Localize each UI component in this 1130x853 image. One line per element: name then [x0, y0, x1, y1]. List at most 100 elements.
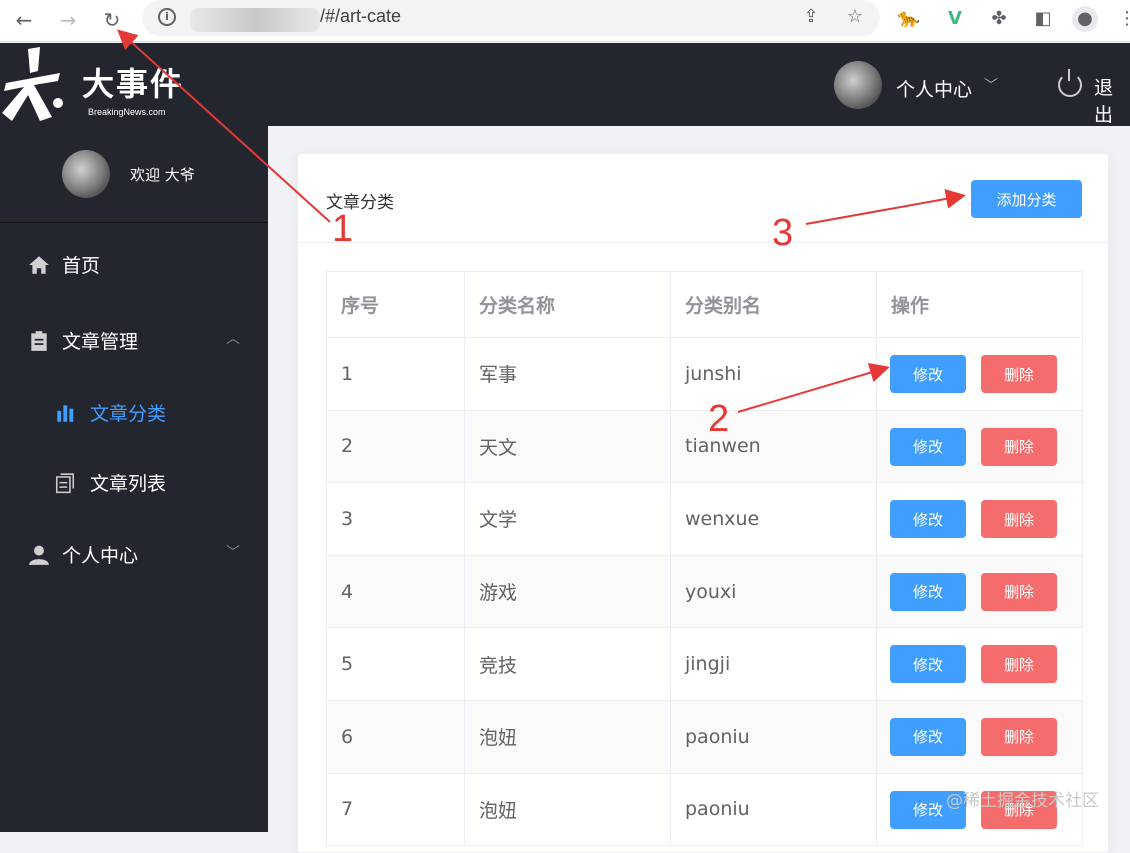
chevron-up-icon: ︿	[226, 331, 240, 347]
cell-actions: 修改 删除	[876, 410, 1083, 484]
cell-name: 天文	[464, 410, 671, 484]
info-icon[interactable]: i	[158, 8, 176, 26]
table-row: 4 游戏 youxi 修改 删除	[326, 555, 1083, 629]
chevron-down-icon[interactable]: ﹀	[984, 75, 998, 95]
table-row: 6 泡妞 paoniu 修改 删除	[326, 700, 1083, 774]
welcome-text: 欢迎 大爷	[130, 166, 195, 184]
cell-alias: paoniu	[670, 700, 877, 774]
watermark: @稀土掘金技术社区	[946, 791, 1099, 811]
cell-alias: junshi	[670, 337, 877, 411]
sidebar-item-article-category[interactable]: 文章分类	[0, 384, 268, 440]
sidebar-item-label: 首页	[62, 255, 101, 277]
reload-icon[interactable]: ↻	[98, 6, 126, 34]
chevron-down-icon: ﹀	[226, 545, 240, 561]
cell-index: 6	[326, 700, 465, 774]
sidebar-item-label: 文章列表	[90, 473, 167, 495]
cell-index: 7	[326, 773, 465, 847]
delete-button[interactable]: 删除	[981, 572, 1057, 611]
sidebar: 欢迎 大爷 首页 文章管理 ︿ 文章分类 文章列表 个人中心 ﹀	[0, 126, 268, 832]
extension-cat-icon[interactable]: 🐆	[896, 6, 922, 32]
url-path: /#/art-cate	[320, 6, 402, 26]
card-header: 文章分类 添加分类	[298, 154, 1108, 243]
cell-actions: 修改 删除	[876, 482, 1083, 556]
forward-arrow-icon[interactable]: →	[54, 6, 82, 34]
back-arrow-icon[interactable]: ←	[10, 6, 38, 34]
delete-button[interactable]: 删除	[981, 500, 1057, 539]
table-row: 2 天文 tianwen 修改 删除	[326, 410, 1083, 484]
cell-index: 5	[326, 627, 465, 701]
column-header-alias: 分类别名	[670, 271, 877, 338]
power-icon[interactable]	[1058, 69, 1082, 97]
bookmark-star-icon[interactable]: ☆	[842, 4, 868, 30]
list-icon	[55, 473, 75, 494]
cell-index: 4	[326, 555, 465, 629]
sidebar-item-user-center[interactable]: 个人中心 ﹀	[0, 526, 268, 582]
delete-button[interactable]: 删除	[981, 427, 1057, 466]
edit-button[interactable]: 修改	[890, 355, 966, 393]
table-row: 5 竞技 jingji 修改 删除	[326, 627, 1083, 701]
edit-button[interactable]: 修改	[890, 717, 966, 756]
welcome-panel: 欢迎 大爷	[0, 126, 268, 223]
document-icon	[31, 331, 47, 351]
sidebar-item-label: 文章分类	[90, 403, 167, 425]
app-header: 大事件 BreakingNews.com 个人中心 ﹀ 退出	[0, 43, 1130, 126]
address-bar[interactable]: i /#/art-cate ⇪ ☆	[142, 0, 880, 36]
edit-button[interactable]: 修改	[890, 427, 966, 466]
logout-button[interactable]: 退出	[1094, 73, 1130, 127]
cell-actions: 修改 删除	[876, 700, 1083, 774]
side-panel-icon[interactable]: ◧	[1030, 6, 1056, 32]
cell-name: 游戏	[464, 555, 671, 629]
cell-alias: paoniu	[670, 773, 877, 847]
sidebar-item-label: 个人中心	[62, 545, 139, 567]
cell-index: 3	[326, 482, 465, 556]
home-icon	[29, 256, 49, 274]
cell-actions: 修改 删除	[876, 337, 1083, 411]
cell-index: 1	[326, 337, 465, 411]
cell-name: 文学	[464, 482, 671, 556]
delete-button[interactable]: 删除	[981, 717, 1057, 756]
sidebar-item-home[interactable]: 首页	[0, 236, 268, 292]
vue-devtools-icon[interactable]: V	[942, 6, 968, 32]
column-header-index: 序号	[326, 271, 465, 338]
extensions-puzzle-icon[interactable]: ✤	[986, 6, 1012, 32]
cell-alias: wenxue	[670, 482, 877, 556]
share-icon[interactable]: ⇪	[798, 4, 824, 30]
user-center-menu[interactable]: 个人中心	[896, 75, 972, 102]
cell-name: 泡妞	[464, 700, 671, 774]
cell-actions: 修改 删除	[876, 555, 1083, 629]
logo-icon	[2, 47, 63, 121]
logo-subtitle: BreakingNews.com	[88, 107, 166, 117]
redacted-host	[190, 8, 320, 32]
sidebar-item-article-management[interactable]: 文章管理 ︿	[0, 312, 268, 368]
column-header-name: 分类名称	[464, 271, 671, 338]
column-header-actions: 操作	[876, 271, 1083, 338]
edit-button[interactable]: 修改	[890, 500, 966, 539]
category-card: 文章分类 添加分类 序号 分类名称 分类别名 操作 1 军事 junshi 修改 删除 2…	[297, 153, 1109, 853]
table-row: 1 军事 junshi 修改 删除	[326, 337, 1083, 411]
edit-button[interactable]: 修改	[890, 645, 966, 684]
add-category-button[interactable]: 添加分类	[971, 180, 1082, 218]
browser-toolbar: ← → ↻ i /#/art-cate ⇪ ☆ 🐆 V ✤ ◧ ● ⋮	[0, 0, 1130, 42]
sidebar-item-article-list[interactable]: 文章列表	[0, 454, 268, 510]
bar-chart-icon	[57, 405, 74, 422]
cell-alias: youxi	[670, 555, 877, 629]
annotation-label-3: 3	[772, 212, 794, 254]
annotation-label-2: 2	[708, 398, 730, 440]
category-table: 序号 分类名称 分类别名 操作 1 军事 junshi 修改 删除 2 天文 tianwen 修…	[326, 271, 1083, 847]
sidebar-item-label: 文章管理	[62, 331, 139, 353]
cell-alias: tianwen	[670, 410, 877, 484]
browser-menu-icon[interactable]: ⋮	[1114, 6, 1130, 32]
logo-title: 大事件	[82, 65, 185, 103]
annotation-label-1: 1	[332, 208, 354, 250]
cell-alias: jingji	[670, 627, 877, 701]
cell-name: 军事	[464, 337, 671, 411]
cell-name: 泡妞	[464, 773, 671, 847]
table-header-row: 序号 分类名称 分类别名 操作	[326, 271, 1083, 338]
edit-button[interactable]: 修改	[890, 572, 966, 611]
header-avatar[interactable]	[834, 61, 882, 109]
avatar	[62, 150, 110, 198]
delete-button[interactable]: 删除	[981, 645, 1057, 684]
delete-button[interactable]: 删除	[981, 355, 1057, 393]
profile-icon[interactable]: ●	[1072, 6, 1098, 32]
cell-actions: 修改 删除	[876, 627, 1083, 701]
